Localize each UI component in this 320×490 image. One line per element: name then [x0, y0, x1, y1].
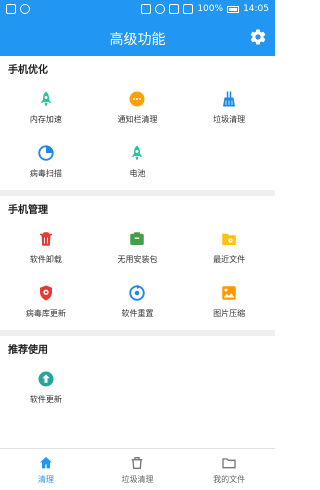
- battery-icon: [227, 5, 240, 13]
- section-title-optimize: 手机优化: [8, 65, 48, 76]
- section-title-manage: 手机管理: [8, 205, 48, 216]
- tab-my-files[interactable]: 我的文件: [183, 449, 275, 490]
- image-compress-item[interactable]: 图片压缩: [183, 274, 275, 328]
- section-divider: [0, 330, 275, 336]
- broom-icon: [223, 91, 236, 106]
- image-icon: [222, 285, 236, 300]
- virus-db-update-item[interactable]: 病毒库更新: [0, 274, 92, 328]
- app-update-item[interactable]: 软件更新: [0, 360, 92, 414]
- home-icon: [39, 456, 52, 468]
- status-bar: 100% 14:05: [0, 0, 275, 20]
- section-title-recommend: 推荐使用: [8, 345, 48, 356]
- item-label: 软件更新: [29, 394, 62, 404]
- shield-update-icon: [39, 285, 52, 300]
- item-label: 内存加速: [29, 114, 62, 124]
- section-divider: [0, 190, 275, 196]
- item-label: 垃圾清理: [213, 114, 246, 124]
- reset-icon: [129, 284, 146, 301]
- update-arrow-icon: [38, 371, 54, 386]
- tab-label: 清理: [37, 474, 54, 484]
- uninstall-item[interactable]: 软件卸载: [0, 220, 92, 274]
- item-label: 无用安装包: [117, 254, 158, 264]
- manage-grid: 软件卸载 无用安装包 最近文件 病毒库更新 软件重置 图片压缩: [0, 220, 275, 328]
- page-title: 高级功能: [109, 32, 166, 48]
- folder-icon: [222, 233, 236, 245]
- smiley-icon: [20, 4, 30, 14]
- app-reset-item[interactable]: 软件重置: [92, 274, 184, 328]
- wifi-icon: [169, 4, 180, 14]
- status-left: [6, 4, 30, 14]
- memory-boost-item[interactable]: 内存加速: [0, 80, 92, 134]
- optimize-grid: 内存加速 通知栏清理 垃圾清理 病毒扫描 电池: [0, 80, 275, 188]
- recent-files-item[interactable]: 最近文件: [183, 220, 275, 274]
- nfc-icon: [141, 4, 152, 14]
- apk-clean-item[interactable]: 无用安装包: [92, 220, 184, 274]
- item-label: 软件重置: [121, 308, 154, 318]
- rocket-icon: [40, 91, 52, 106]
- notification-icon: [6, 4, 16, 14]
- scan-icon: [38, 144, 54, 161]
- notification-clean-item[interactable]: 通知栏清理: [92, 80, 184, 134]
- junk-clean-item[interactable]: 垃圾清理: [183, 80, 275, 134]
- bottom-nav: 清理 垃圾清理 我的文件: [0, 448, 275, 490]
- battery-item[interactable]: 电池: [92, 134, 184, 188]
- tab-label: 垃圾清理: [121, 474, 154, 484]
- tab-label: 我的文件: [213, 474, 246, 484]
- tab-clean[interactable]: 清理: [0, 449, 92, 490]
- battery-rocket-icon: [132, 145, 143, 160]
- gear-icon[interactable]: [249, 28, 267, 46]
- item-label: 通知栏清理: [117, 114, 158, 124]
- recommend-grid: 软件更新: [0, 360, 275, 414]
- status-right: 100% 14:05: [141, 4, 269, 14]
- item-label: 软件卸载: [29, 254, 62, 264]
- virus-scan-item[interactable]: 病毒扫描: [0, 134, 92, 188]
- item-label: 图片压缩: [213, 308, 246, 318]
- clock: 14:05: [243, 4, 269, 14]
- tab-junk-clean[interactable]: 垃圾清理: [92, 449, 184, 490]
- item-label: 电池: [129, 168, 146, 178]
- signal-icon: [183, 4, 194, 14]
- item-label: 病毒库更新: [25, 308, 66, 318]
- trash-tab-icon: [132, 456, 143, 469]
- mute-icon: [155, 4, 166, 14]
- notification-dots-icon: [129, 91, 145, 106]
- folder-tab-icon: [222, 457, 236, 468]
- item-label: 病毒扫描: [29, 168, 62, 178]
- item-label: 最近文件: [213, 254, 246, 264]
- trash-icon: [39, 231, 52, 246]
- battery-percent: 100%: [197, 4, 224, 14]
- content: 手机优化 内存加速 通知栏清理 垃圾清理 病毒扫描 电池 手机管理 软件卸载 无…: [0, 56, 275, 448]
- package-icon: [130, 231, 145, 245]
- app-bar: 高级功能: [0, 20, 275, 56]
